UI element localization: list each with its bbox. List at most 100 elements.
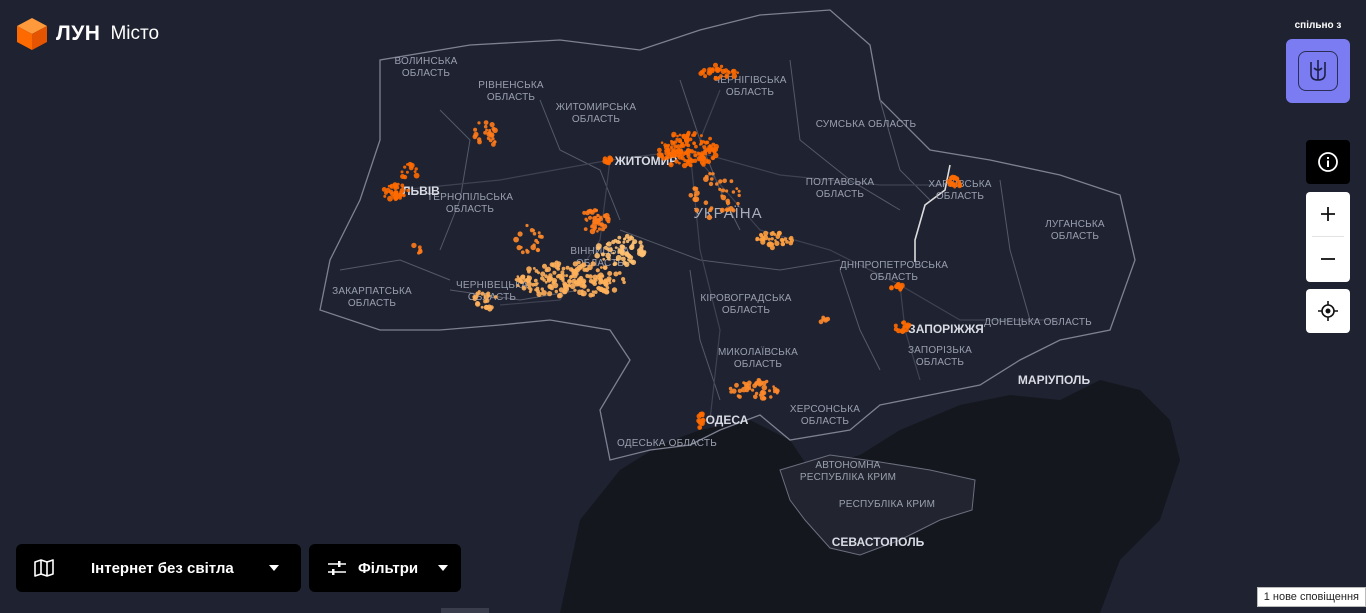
outage-point[interactable] <box>533 278 538 283</box>
locate-button[interactable] <box>1306 289 1350 333</box>
outage-point[interactable] <box>585 274 590 278</box>
outage-point[interactable] <box>594 215 598 219</box>
outage-point[interactable] <box>523 278 527 282</box>
outage-point[interactable] <box>561 266 566 271</box>
outage-point[interactable] <box>612 279 616 283</box>
outage-point[interactable] <box>889 285 894 291</box>
outage-point[interactable] <box>607 278 611 283</box>
outage-point[interactable] <box>657 147 662 153</box>
outage-point[interactable] <box>406 188 410 193</box>
outage-point[interactable] <box>602 257 606 261</box>
outage-point[interactable] <box>699 141 704 145</box>
scrollbar-thumb[interactable] <box>441 608 489 613</box>
outage-point[interactable] <box>954 176 960 182</box>
outage-point[interactable] <box>731 388 737 394</box>
outage-point[interactable] <box>532 243 536 247</box>
outage-point[interactable] <box>768 389 771 393</box>
outage-point[interactable] <box>753 394 758 400</box>
outage-point[interactable] <box>711 172 715 176</box>
outage-point[interactable] <box>665 148 671 153</box>
outage-point[interactable] <box>736 201 740 206</box>
outage-point[interactable] <box>581 262 587 268</box>
outage-point[interactable] <box>488 130 492 134</box>
outage-point[interactable] <box>659 152 663 156</box>
outage-point[interactable] <box>573 280 579 285</box>
outage-point[interactable] <box>583 227 588 232</box>
outage-point[interactable] <box>483 130 487 135</box>
outage-point[interactable] <box>685 162 690 167</box>
outage-point[interactable] <box>947 182 953 187</box>
zoom-out-button[interactable] <box>1306 237 1350 281</box>
outage-point[interactable] <box>615 254 622 261</box>
outage-point[interactable] <box>480 305 484 309</box>
outage-point[interactable] <box>781 242 785 246</box>
outage-point[interactable] <box>900 329 905 334</box>
outage-point[interactable] <box>705 140 710 145</box>
outage-point[interactable] <box>573 288 577 292</box>
outage-point[interactable] <box>597 222 601 226</box>
outage-point[interactable] <box>693 150 697 154</box>
outage-point[interactable] <box>605 252 611 259</box>
outage-point[interactable] <box>640 249 644 253</box>
outage-point[interactable] <box>904 327 909 333</box>
outage-point[interactable] <box>595 268 600 273</box>
outage-point[interactable] <box>686 130 691 135</box>
outage-point[interactable] <box>417 245 422 250</box>
outage-point[interactable] <box>606 248 610 251</box>
outage-point[interactable] <box>582 267 587 272</box>
outage-point[interactable] <box>600 274 605 278</box>
outage-point[interactable] <box>693 153 697 158</box>
outage-point[interactable] <box>735 187 739 191</box>
outage-point[interactable] <box>525 249 530 254</box>
partner-badge[interactable] <box>1286 39 1350 103</box>
outage-point[interactable] <box>677 138 683 143</box>
outage-point[interactable] <box>623 237 627 241</box>
outage-point[interactable] <box>473 127 478 132</box>
outage-point[interactable] <box>541 290 547 296</box>
outage-point[interactable] <box>701 418 704 421</box>
outage-point[interactable] <box>629 259 634 264</box>
outage-point[interactable] <box>685 134 690 139</box>
outage-point[interactable] <box>660 141 664 144</box>
outage-point[interactable] <box>477 121 481 125</box>
outage-point[interactable] <box>743 381 748 387</box>
outage-point[interactable] <box>770 242 775 247</box>
outage-point[interactable] <box>770 237 774 241</box>
outage-point[interactable] <box>613 271 619 277</box>
outage-point[interactable] <box>572 261 578 267</box>
outage-point[interactable] <box>483 304 490 311</box>
outage-point[interactable] <box>605 290 610 295</box>
outage-point[interactable] <box>724 74 729 79</box>
outage-point[interactable] <box>730 68 737 75</box>
outage-point[interactable] <box>692 141 696 146</box>
outage-point[interactable] <box>392 182 398 188</box>
outage-point[interactable] <box>588 292 594 298</box>
outage-point[interactable] <box>680 141 685 145</box>
outage-point[interactable] <box>737 193 741 198</box>
outage-point[interactable] <box>720 194 724 198</box>
outage-point[interactable] <box>694 207 700 213</box>
outage-point[interactable] <box>711 156 715 160</box>
outage-point[interactable] <box>383 194 387 198</box>
outage-point[interactable] <box>604 159 610 165</box>
outage-point[interactable] <box>725 200 731 206</box>
outage-point[interactable] <box>708 172 712 176</box>
outage-point[interactable] <box>528 290 532 294</box>
outage-point[interactable] <box>606 241 612 247</box>
outage-point[interactable] <box>556 293 562 299</box>
layer-select-button[interactable]: Інтернет без світла <box>16 544 301 592</box>
outage-point[interactable] <box>673 144 678 149</box>
outage-point[interactable] <box>731 190 736 194</box>
outage-point[interactable] <box>771 231 775 235</box>
outage-point[interactable] <box>585 219 589 222</box>
outage-point[interactable] <box>622 260 627 266</box>
outage-point[interactable] <box>718 187 722 191</box>
outage-point[interactable] <box>600 266 603 269</box>
outage-point[interactable] <box>549 262 555 267</box>
outage-point[interactable] <box>547 291 553 297</box>
outage-point[interactable] <box>761 384 768 391</box>
outage-point[interactable] <box>602 265 608 270</box>
outage-point[interactable] <box>631 241 636 245</box>
outage-point[interactable] <box>552 270 557 275</box>
outage-point[interactable] <box>611 287 618 293</box>
